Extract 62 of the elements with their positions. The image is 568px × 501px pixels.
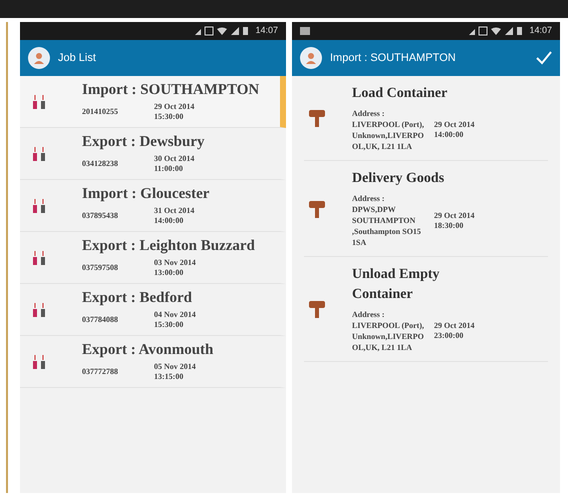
check-icon[interactable]: [536, 51, 552, 65]
status-time: 14:07: [529, 24, 552, 38]
job-title: Export : Leighton Buzzard: [82, 237, 256, 256]
task-title: Load Container: [352, 85, 448, 103]
status-time: 14:07: [255, 24, 278, 38]
job-date: 30 Oct 2014: [154, 154, 194, 164]
people-icon: [32, 146, 46, 162]
job-list-item[interactable]: Export : Bedford 037784088 04 Nov 2014 15:30:00: [20, 284, 286, 336]
job-time: 14:00:00: [154, 216, 184, 226]
job-title: Import : Gloucester: [82, 185, 210, 204]
job-title: Export : Avonmouth: [82, 341, 214, 360]
task-date: 29 Oct 2014: [434, 321, 474, 331]
task-title: Unload Empty Container: [352, 266, 441, 304]
avatar-icon: [300, 47, 322, 69]
task-address: Address : LIVERPOOL (Port), Unknown,LIVERPOOL,UK, L21 1LA: [352, 108, 425, 152]
job-number: 037895438: [82, 210, 119, 222]
job-date: 05 Nov 2014: [154, 362, 196, 372]
notification-icon: [300, 27, 310, 35]
job-time: 15:30:00: [154, 112, 184, 122]
job-number: 034128238: [82, 158, 119, 170]
job-number: 037784088: [82, 314, 119, 326]
people-icon: [32, 354, 46, 370]
job-list-item[interactable]: Export : Leighton Buzzard 037597508 03 Nov 2014 13:00:00: [20, 232, 286, 284]
job-title: Import : SOUTHAMPTON: [82, 81, 260, 100]
app-bar-title: Import : SOUTHAMPTON: [330, 50, 457, 66]
signpost-icon: [308, 299, 326, 319]
app-bar-title: Job List: [58, 50, 96, 66]
task-time: 23:00:00: [434, 331, 464, 341]
task-time: 14:00:00: [434, 130, 464, 140]
task-list-item[interactable]: Delivery Goods Address : DPWS,DPW SOUTHAMPTON ,Southampton SO15 1SA 29 Oct 2014 18:30:00: [304, 161, 548, 257]
job-title: Export : Bedford: [82, 289, 193, 308]
people-icon: [32, 302, 46, 318]
people-icon: [32, 94, 46, 110]
task-address: Address : DPWS,DPW SOUTHAMPTON ,Southampton SO15 1SA: [352, 193, 422, 248]
job-number: 037772788: [82, 366, 119, 378]
job-title: Export : Dewsbury: [82, 133, 206, 152]
job-time: 13:00:00: [154, 268, 184, 278]
task-date: 29 Oct 2014: [434, 120, 474, 130]
job-time: 11:00:00: [154, 164, 184, 174]
people-icon: [32, 198, 46, 214]
job-date: 31 Oct 2014: [154, 206, 194, 216]
job-time: 15:30:00: [154, 320, 184, 330]
avatar-icon: [28, 47, 50, 69]
people-icon: [32, 250, 46, 266]
job-time: 13:15:00: [154, 372, 184, 382]
job-date: 04 Nov 2014: [154, 310, 196, 320]
job-date: 03 Nov 2014: [154, 258, 196, 268]
task-time: 18:30:00: [434, 220, 464, 230]
job-list-item[interactable]: Export : Dewsbury 034128238 30 Oct 2014 11:00:00: [20, 128, 286, 180]
job-number: 037597508: [82, 262, 119, 274]
signpost-icon: [308, 198, 326, 218]
task-list-item[interactable]: Load Container Address : LIVERPOOL (Port), Unknown,LIVERPOOL,UK, L21 1LA 29 Oct 2014 14:00:00: [304, 76, 548, 161]
task-address: Address : LIVERPOOL (Port), Unknown,LIVERPOOL,UK, L21 1LA: [352, 309, 425, 353]
task-title: Delivery Goods: [352, 170, 446, 188]
job-list-item[interactable]: Import : Gloucester 037895438 31 Oct 2014 14:00:00: [20, 180, 286, 232]
job-list-item[interactable]: Import : SOUTHAMPTON 201410255 29 Oct 2014 15:30:00: [20, 76, 286, 128]
task-date: 29 Oct 2014: [434, 210, 474, 220]
signpost-icon: [308, 108, 326, 128]
job-list-item[interactable]: Export : Avonmouth 037772788 05 Nov 2014 13:15:00: [20, 336, 286, 388]
task-list-item[interactable]: Unload Empty Container Address : LIVERPOOL (Port), Unknown,LIVERPOOL,UK, L21 1LA 29 Oct 2014 23:00:00: [304, 257, 548, 362]
job-number: 201410255: [82, 106, 119, 118]
job-date: 29 Oct 2014: [154, 102, 194, 112]
